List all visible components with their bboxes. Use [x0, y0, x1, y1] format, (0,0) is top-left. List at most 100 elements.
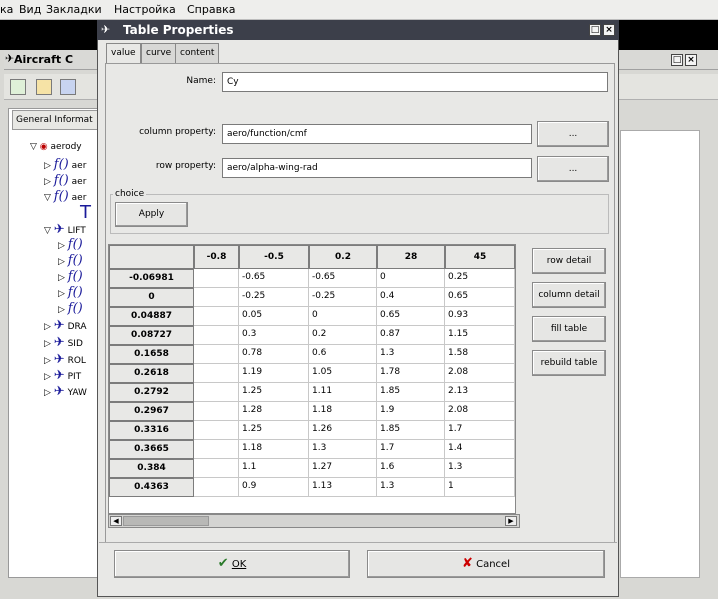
menu-item-file[interactable]: ка: [0, 3, 13, 16]
table-cell[interactable]: 0.65: [377, 307, 445, 326]
folder-open-icon[interactable]: [36, 79, 52, 95]
row-header[interactable]: 0.08727: [109, 326, 194, 345]
tree-item[interactable]: ▷ f() aer: [44, 157, 86, 172]
table-cell[interactable]: 1.26: [309, 421, 377, 440]
tree-item[interactable]: ▽ ✈ LIFT: [44, 222, 86, 237]
column-header[interactable]: -0.5: [239, 245, 309, 269]
tree-item[interactable]: ▷ f(): [58, 269, 83, 284]
row-header[interactable]: 0.2618: [109, 364, 194, 383]
table-cell[interactable]: 1.9: [377, 402, 445, 421]
table-cell[interactable]: 1.3: [309, 440, 377, 459]
table-cell[interactable]: 1.25: [239, 421, 309, 440]
rebuild-table-button[interactable]: rebuild table: [532, 350, 606, 376]
table-cell[interactable]: 1.4: [445, 440, 515, 459]
row-header[interactable]: 0.3316: [109, 421, 194, 440]
tree-toggle-icon[interactable]: ▷: [44, 339, 51, 349]
refresh-icon[interactable]: [10, 79, 26, 95]
row-header[interactable]: -0.06981: [109, 269, 194, 288]
menu-item-view[interactable]: Вид: [19, 3, 41, 16]
row-property-field[interactable]: aero/alpha-wing-rad: [222, 158, 532, 178]
table-cell[interactable]: -0.25: [239, 288, 309, 307]
table-cell[interactable]: 1.3: [377, 478, 445, 497]
table-cell[interactable]: [194, 307, 239, 326]
table-cell[interactable]: -0.25: [309, 288, 377, 307]
table-cell[interactable]: 1.19: [239, 364, 309, 383]
row-header[interactable]: 0.384: [109, 459, 194, 478]
tree-item[interactable]: ▷ ✈ ROL: [44, 352, 86, 367]
table-cell[interactable]: [194, 459, 239, 478]
column-property-field[interactable]: aero/function/cmf: [222, 124, 532, 144]
table-cell[interactable]: 0.3: [239, 326, 309, 345]
apply-button[interactable]: Apply: [115, 202, 188, 227]
table-cell[interactable]: 0: [309, 307, 377, 326]
tree-item[interactable]: ▷ f(): [58, 237, 83, 252]
table-cell[interactable]: [194, 288, 239, 307]
table-cell[interactable]: 1.85: [377, 421, 445, 440]
row-header[interactable]: 0.2967: [109, 402, 194, 421]
save-icon[interactable]: [60, 79, 76, 95]
tree-item[interactable]: ▷ f() aer: [44, 173, 86, 188]
table-cell[interactable]: 1.18: [239, 440, 309, 459]
ok-button[interactable]: ✔ OK: [114, 550, 350, 578]
row-detail-button[interactable]: row detail: [532, 248, 606, 274]
table-cell[interactable]: 2.08: [445, 402, 515, 421]
column-header[interactable]: 0.2: [309, 245, 377, 269]
table-cell[interactable]: [194, 402, 239, 421]
tree-toggle-icon[interactable]: ▽: [44, 226, 51, 236]
table-cell[interactable]: 0.05: [239, 307, 309, 326]
table-cell[interactable]: 1.3: [377, 345, 445, 364]
table-cell[interactable]: 1.7: [445, 421, 515, 440]
row-property-browse-button[interactable]: ...: [537, 156, 609, 182]
table-cell[interactable]: [194, 478, 239, 497]
tree-toggle-icon[interactable]: ▽: [30, 142, 37, 152]
tree-toggle-icon[interactable]: ▷: [58, 273, 65, 283]
tree-item[interactable]: ▷ f(): [58, 285, 83, 300]
column-property-browse-button[interactable]: ...: [537, 121, 609, 147]
row-header[interactable]: 0.04887: [109, 307, 194, 326]
fill-table-button[interactable]: fill table: [532, 316, 606, 342]
tree-toggle-icon[interactable]: ▷: [44, 356, 51, 366]
tab-general-information[interactable]: General Informat: [12, 110, 106, 130]
table-cell[interactable]: 1.27: [309, 459, 377, 478]
close-icon[interactable]: ×: [603, 24, 615, 36]
column-header[interactable]: -0.8: [194, 245, 239, 269]
table-cell[interactable]: 0.65: [445, 288, 515, 307]
menu-item-help[interactable]: Справка: [187, 3, 235, 16]
table-cell[interactable]: 1.13: [309, 478, 377, 497]
scroll-left-icon[interactable]: ◀: [110, 516, 122, 526]
column-detail-button[interactable]: column detail: [532, 282, 606, 308]
table-cell[interactable]: [194, 326, 239, 345]
table-cell[interactable]: [194, 440, 239, 459]
table-horizontal-scrollbar[interactable]: ◀ ▶: [108, 514, 520, 528]
close-icon[interactable]: ×: [685, 54, 697, 66]
table-cell[interactable]: 1.58: [445, 345, 515, 364]
table-cell[interactable]: -0.65: [239, 269, 309, 288]
table-cell[interactable]: 0.87: [377, 326, 445, 345]
table-cell[interactable]: 0.25: [445, 269, 515, 288]
tree-toggle-icon[interactable]: ▷: [58, 289, 65, 299]
table-cell[interactable]: 1.6: [377, 459, 445, 478]
table-cell[interactable]: [194, 345, 239, 364]
table-cell[interactable]: 1.1: [239, 459, 309, 478]
table-cell[interactable]: 0.93: [445, 307, 515, 326]
row-header[interactable]: 0.1658: [109, 345, 194, 364]
tree-toggle-icon[interactable]: ▷: [44, 177, 51, 187]
column-header[interactable]: 45: [445, 245, 515, 269]
table-cell[interactable]: 1.78: [377, 364, 445, 383]
tree-item[interactable]: ▷ ✈ YAW: [44, 384, 87, 399]
column-header[interactable]: 28: [377, 245, 445, 269]
table-cell[interactable]: 2.08: [445, 364, 515, 383]
table-cell[interactable]: 0.2: [309, 326, 377, 345]
restore-icon[interactable]: □: [671, 54, 683, 66]
table-cell[interactable]: [194, 364, 239, 383]
table-cell[interactable]: 1.11: [309, 383, 377, 402]
table-cell[interactable]: 1.3: [445, 459, 515, 478]
menu-item-bookmarks[interactable]: Закладки: [46, 3, 102, 16]
row-header[interactable]: 0.2792: [109, 383, 194, 402]
table-cell[interactable]: 0.78: [239, 345, 309, 364]
menu-item-settings[interactable]: Настройка: [114, 3, 176, 16]
table-cell[interactable]: 1.28: [239, 402, 309, 421]
table-cell[interactable]: 0.9: [239, 478, 309, 497]
tree-toggle-icon[interactable]: ▷: [58, 241, 65, 251]
tree-item[interactable]: ▽ ◉ aerody: [30, 142, 82, 152]
